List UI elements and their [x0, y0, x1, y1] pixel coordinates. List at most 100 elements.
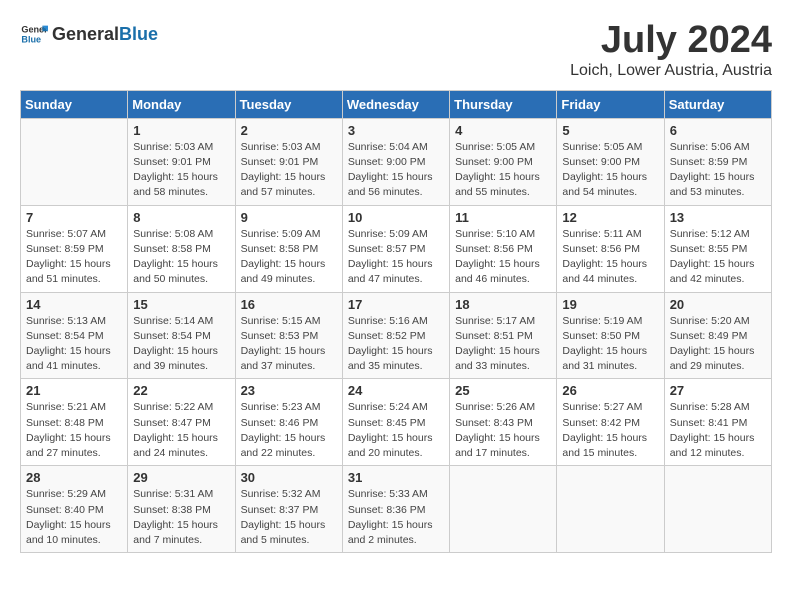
calendar-cell: 29 Sunrise: 5:31 AM Sunset: 8:38 PM Dayli…: [128, 466, 235, 553]
week-row-2: 7 Sunrise: 5:07 AM Sunset: 8:59 PM Daylig…: [21, 205, 772, 292]
day-number: 25: [455, 383, 551, 398]
calendar-cell: 5 Sunrise: 5:05 AM Sunset: 9:00 PM Daylig…: [557, 118, 664, 205]
day-number: 9: [241, 210, 337, 225]
week-row-3: 14 Sunrise: 5:13 AM Sunset: 8:54 PM Dayli…: [21, 292, 772, 379]
calendar-cell: 4 Sunrise: 5:05 AM Sunset: 9:00 PM Daylig…: [450, 118, 557, 205]
day-number: 21: [26, 383, 122, 398]
day-number: 6: [670, 123, 766, 138]
day-info: Sunrise: 5:33 AM Sunset: 8:36 PM Dayligh…: [348, 487, 444, 548]
day-number: 30: [241, 470, 337, 485]
day-number: 7: [26, 210, 122, 225]
day-number: 1: [133, 123, 229, 138]
logo-general-text: General: [52, 24, 119, 45]
day-number: 24: [348, 383, 444, 398]
day-info: Sunrise: 5:13 AM Sunset: 8:54 PM Dayligh…: [26, 314, 122, 375]
title-area: July 2024 Loich, Lower Austria, Austria: [570, 20, 772, 80]
day-info: Sunrise: 5:07 AM Sunset: 8:59 PM Dayligh…: [26, 227, 122, 288]
day-info: Sunrise: 5:31 AM Sunset: 8:38 PM Dayligh…: [133, 487, 229, 548]
day-number: 11: [455, 210, 551, 225]
calendar-cell: 11 Sunrise: 5:10 AM Sunset: 8:56 PM Dayli…: [450, 205, 557, 292]
calendar-cell: [557, 466, 664, 553]
calendar-cell: 7 Sunrise: 5:07 AM Sunset: 8:59 PM Daylig…: [21, 205, 128, 292]
column-header-tuesday: Tuesday: [235, 90, 342, 118]
day-number: 23: [241, 383, 337, 398]
day-info: Sunrise: 5:21 AM Sunset: 8:48 PM Dayligh…: [26, 400, 122, 461]
calendar-cell: [450, 466, 557, 553]
logo: General Blue GeneralBlue: [20, 20, 158, 48]
calendar-cell: 22Sunrise: 5:22 AM Sunset: 8:47 PM Dayli…: [128, 379, 235, 466]
day-number: 14: [26, 297, 122, 312]
day-number: 22: [133, 383, 229, 398]
calendar-cell: 6 Sunrise: 5:06 AM Sunset: 8:59 PM Daylig…: [664, 118, 771, 205]
day-number: 19: [562, 297, 658, 312]
day-info: Sunrise: 5:26 AM Sunset: 8:43 PM Dayligh…: [455, 400, 551, 461]
day-info: Sunrise: 5:27 AM Sunset: 8:42 PM Dayligh…: [562, 400, 658, 461]
column-headers: SundayMondayTuesdayWednesdayThursdayFrid…: [21, 90, 772, 118]
day-info: Sunrise: 5:04 AM Sunset: 9:00 PM Dayligh…: [348, 140, 444, 201]
column-header-thursday: Thursday: [450, 90, 557, 118]
day-number: 27: [670, 383, 766, 398]
day-info: Sunrise: 5:29 AM Sunset: 8:40 PM Dayligh…: [26, 487, 122, 548]
day-info: Sunrise: 5:15 AM Sunset: 8:53 PM Dayligh…: [241, 314, 337, 375]
column-header-monday: Monday: [128, 90, 235, 118]
svg-text:Blue: Blue: [21, 34, 41, 44]
calendar-cell: 13Sunrise: 5:12 AM Sunset: 8:55 PM Dayli…: [664, 205, 771, 292]
day-number: 4: [455, 123, 551, 138]
calendar-cell: 15Sunrise: 5:14 AM Sunset: 8:54 PM Dayli…: [128, 292, 235, 379]
day-info: Sunrise: 5:05 AM Sunset: 9:00 PM Dayligh…: [562, 140, 658, 201]
day-number: 26: [562, 383, 658, 398]
day-info: Sunrise: 5:10 AM Sunset: 8:56 PM Dayligh…: [455, 227, 551, 288]
week-row-1: 1 Sunrise: 5:03 AM Sunset: 9:01 PM Daylig…: [21, 118, 772, 205]
calendar-cell: 27Sunrise: 5:28 AM Sunset: 8:41 PM Dayli…: [664, 379, 771, 466]
day-info: Sunrise: 5:23 AM Sunset: 8:46 PM Dayligh…: [241, 400, 337, 461]
calendar-cell: 20Sunrise: 5:20 AM Sunset: 8:49 PM Dayli…: [664, 292, 771, 379]
calendar-cell: [664, 466, 771, 553]
calendar-cell: 14 Sunrise: 5:13 AM Sunset: 8:54 PM Dayli…: [21, 292, 128, 379]
day-info: Sunrise: 5:06 AM Sunset: 8:59 PM Dayligh…: [670, 140, 766, 201]
day-info: Sunrise: 5:32 AM Sunset: 8:37 PM Dayligh…: [241, 487, 337, 548]
day-info: Sunrise: 5:09 AM Sunset: 8:57 PM Dayligh…: [348, 227, 444, 288]
day-number: 12: [562, 210, 658, 225]
calendar-cell: 18 Sunrise: 5:17 AM Sunset: 8:51 PM Dayli…: [450, 292, 557, 379]
logo-blue-text: Blue: [119, 24, 158, 45]
day-info: Sunrise: 5:03 AM Sunset: 9:01 PM Dayligh…: [241, 140, 337, 201]
week-row-5: 28 Sunrise: 5:29 AM Sunset: 8:40 PM Dayli…: [21, 466, 772, 553]
logo-icon: General Blue: [20, 20, 48, 48]
day-info: Sunrise: 5:17 AM Sunset: 8:51 PM Dayligh…: [455, 314, 551, 375]
day-number: 10: [348, 210, 444, 225]
day-info: Sunrise: 5:09 AM Sunset: 8:58 PM Dayligh…: [241, 227, 337, 288]
calendar-cell: 3 Sunrise: 5:04 AM Sunset: 9:00 PM Daylig…: [342, 118, 449, 205]
day-info: Sunrise: 5:24 AM Sunset: 8:45 PM Dayligh…: [348, 400, 444, 461]
column-header-sunday: Sunday: [21, 90, 128, 118]
calendar-cell: 28 Sunrise: 5:29 AM Sunset: 8:40 PM Dayli…: [21, 466, 128, 553]
calendar-table: SundayMondayTuesdayWednesdayThursdayFrid…: [20, 90, 772, 553]
day-number: 18: [455, 297, 551, 312]
day-info: Sunrise: 5:05 AM Sunset: 9:00 PM Dayligh…: [455, 140, 551, 201]
day-number: 5: [562, 123, 658, 138]
calendar-cell: 8 Sunrise: 5:08 AM Sunset: 8:58 PM Daylig…: [128, 205, 235, 292]
day-number: 3: [348, 123, 444, 138]
day-number: 29: [133, 470, 229, 485]
calendar-cell: 2 Sunrise: 5:03 AM Sunset: 9:01 PM Daylig…: [235, 118, 342, 205]
calendar-cell: 23 Sunrise: 5:23 AM Sunset: 8:46 PM Dayli…: [235, 379, 342, 466]
location-subtitle: Loich, Lower Austria, Austria: [570, 62, 772, 80]
day-number: 28: [26, 470, 122, 485]
calendar-cell: 1 Sunrise: 5:03 AM Sunset: 9:01 PM Daylig…: [128, 118, 235, 205]
column-header-wednesday: Wednesday: [342, 90, 449, 118]
month-year-title: July 2024: [570, 20, 772, 62]
day-number: 8: [133, 210, 229, 225]
day-info: Sunrise: 5:20 AM Sunset: 8:49 PM Dayligh…: [670, 314, 766, 375]
column-header-friday: Friday: [557, 90, 664, 118]
calendar-cell: 30 Sunrise: 5:32 AM Sunset: 8:37 PM Dayli…: [235, 466, 342, 553]
calendar-cell: 31Sunrise: 5:33 AM Sunset: 8:36 PM Dayli…: [342, 466, 449, 553]
day-number: 15: [133, 297, 229, 312]
day-info: Sunrise: 5:08 AM Sunset: 8:58 PM Dayligh…: [133, 227, 229, 288]
calendar-cell: 26 Sunrise: 5:27 AM Sunset: 8:42 PM Dayli…: [557, 379, 664, 466]
day-info: Sunrise: 5:03 AM Sunset: 9:01 PM Dayligh…: [133, 140, 229, 201]
day-info: Sunrise: 5:12 AM Sunset: 8:55 PM Dayligh…: [670, 227, 766, 288]
calendar-cell: 24 Sunrise: 5:24 AM Sunset: 8:45 PM Dayli…: [342, 379, 449, 466]
column-header-saturday: Saturday: [664, 90, 771, 118]
day-number: 2: [241, 123, 337, 138]
day-info: Sunrise: 5:11 AM Sunset: 8:56 PM Dayligh…: [562, 227, 658, 288]
week-row-4: 21 Sunrise: 5:21 AM Sunset: 8:48 PM Dayli…: [21, 379, 772, 466]
